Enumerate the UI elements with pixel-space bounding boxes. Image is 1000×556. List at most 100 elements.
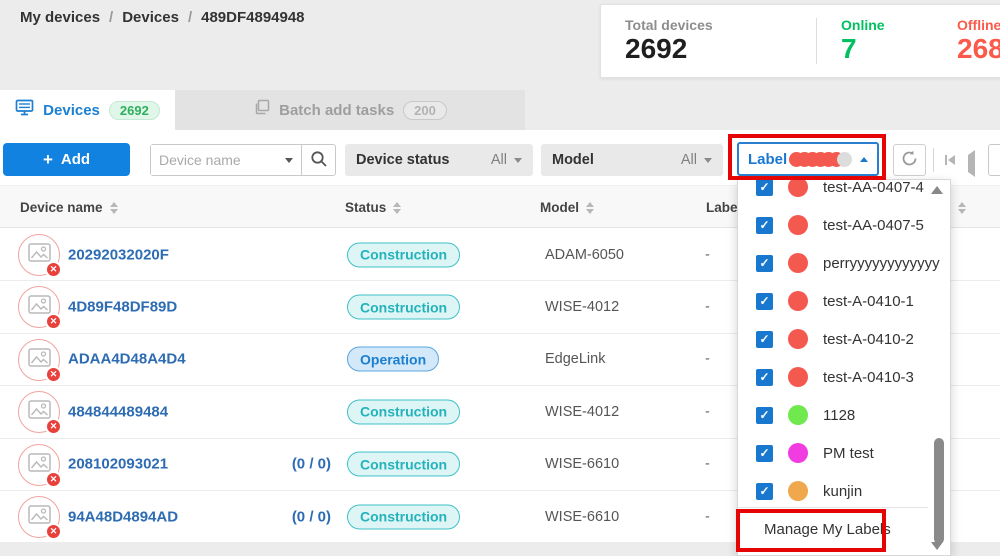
chevron-down-icon <box>514 158 522 163</box>
tab-label: Batch add tasks <box>279 102 394 119</box>
device-avatar: ✕ <box>18 286 60 328</box>
filter-label: Label <box>748 151 787 168</box>
device-avatar: ✕ <box>18 234 60 276</box>
device-label-cell: - <box>705 351 710 367</box>
label-option-text: test-AA-0407-4 <box>823 179 924 196</box>
label-dropdown-panel: test-AA-0407-4 test-AA-0407-5 perryyyyyy… <box>737 179 951 556</box>
scroll-up-icon[interactable] <box>931 186 943 194</box>
label-option-text: test-A-0410-1 <box>823 293 914 310</box>
error-badge-icon: ✕ <box>45 313 62 330</box>
device-name-link[interactable]: 484844489484 <box>68 403 168 420</box>
filter-value: All <box>491 152 507 168</box>
manage-my-labels-button[interactable]: Manage My Labels <box>738 507 928 538</box>
stat-online: Online 7 <box>817 17 933 65</box>
device-avatar: ✕ <box>18 391 60 433</box>
breadcrumb-devices[interactable]: Devices <box>122 9 179 26</box>
magnifier-icon <box>310 150 328 171</box>
checkbox-checked-icon[interactable] <box>756 217 773 234</box>
breadcrumb-separator: / <box>179 9 201 26</box>
filter-value: All <box>681 152 697 168</box>
chevron-down-icon <box>704 158 712 163</box>
checkbox-checked-icon[interactable] <box>756 483 773 500</box>
status-badge: Construction <box>347 504 460 529</box>
device-label-cell: - <box>705 247 710 263</box>
add-button-label: Add <box>61 151 90 168</box>
tab-bar: Devices 2692 Batch add tasks 200 <box>0 90 1000 130</box>
device-avatar: ✕ <box>18 496 60 538</box>
device-count: (0 / 0) <box>255 508 331 525</box>
device-avatar: ✕ <box>18 339 60 381</box>
stat-total-devices: Total devices 2692 <box>601 17 816 65</box>
label-option[interactable]: test-AA-0407-4 <box>738 179 928 206</box>
label-option[interactable]: PM test <box>738 434 928 472</box>
column-header-label[interactable]: Label <box>706 186 741 229</box>
column-header-status[interactable]: Status <box>345 186 401 229</box>
checkbox-checked-icon[interactable] <box>756 407 773 424</box>
label-option[interactable]: test-A-0410-3 <box>738 358 928 396</box>
device-model: WISE-4012 <box>545 299 619 315</box>
error-badge-icon: ✕ <box>45 471 62 488</box>
sort-icon[interactable] <box>110 202 118 214</box>
label-option[interactable]: 1128 <box>738 396 928 434</box>
checkbox-checked-icon[interactable] <box>756 293 773 310</box>
previous-page-icon[interactable] <box>968 155 975 173</box>
page-number-input[interactable] <box>988 144 1000 176</box>
tab-batch-add-tasks[interactable]: Batch add tasks 200 <box>175 90 525 130</box>
stat-label: Total devices <box>625 17 816 33</box>
divider <box>933 148 934 172</box>
stat-offline: Offline 268 <box>933 17 1000 65</box>
label-color-swatch <box>788 179 808 197</box>
device-name-search-input[interactable] <box>151 145 277 175</box>
error-badge-icon: ✕ <box>45 523 62 540</box>
label-option[interactable]: perryyyyyyyyyyyy <box>738 244 928 282</box>
scroll-down-icon[interactable] <box>931 542 943 550</box>
label-option-text: kunjin <box>823 483 862 500</box>
device-model: WISE-4012 <box>545 404 619 420</box>
status-badge: Operation <box>347 347 439 372</box>
label-option[interactable]: test-AA-0407-5 <box>738 206 928 244</box>
label-option[interactable]: test-A-0410-2 <box>738 320 928 358</box>
device-name-link[interactable]: 208102093021 <box>68 456 168 473</box>
device-label-cell: - <box>705 404 710 420</box>
label-option-list: test-AA-0407-4 test-AA-0407-5 perryyyyyy… <box>738 179 928 510</box>
breadcrumb-my-devices[interactable]: My devices <box>20 9 100 26</box>
device-name-link[interactable]: 94A48D4894AD <box>68 508 178 525</box>
device-name-link[interactable]: 20292032020F <box>68 246 169 263</box>
device-name-link[interactable]: 4D89F48DF89D <box>68 299 177 316</box>
error-badge-icon: ✕ <box>45 366 62 383</box>
device-stats-card: Total devices 2692 Online 7 Offline 268 <box>600 4 1000 78</box>
label-color-swatch <box>788 329 808 349</box>
first-page-icon[interactable] <box>945 155 955 165</box>
search-field-dropdown-toggle[interactable] <box>277 158 301 163</box>
sort-icon[interactable] <box>586 202 594 214</box>
column-header-device-name[interactable]: Device name <box>20 186 118 229</box>
device-status-filter[interactable]: Device status All <box>345 144 533 176</box>
refresh-button[interactable] <box>893 144 926 176</box>
error-badge-icon: ✕ <box>45 261 62 278</box>
checkbox-checked-icon[interactable] <box>756 445 773 462</box>
sort-icon[interactable] <box>393 202 401 214</box>
model-filter[interactable]: Model All <box>541 144 723 176</box>
label-color-swatch <box>788 367 808 387</box>
checkbox-checked-icon[interactable] <box>756 331 773 348</box>
column-header-cut[interactable] <box>951 186 966 229</box>
tab-devices[interactable]: Devices 2692 <box>0 90 175 130</box>
column-header-model[interactable]: Model <box>540 186 594 229</box>
checkbox-checked-icon[interactable] <box>756 369 773 386</box>
checkbox-checked-icon[interactable] <box>756 179 773 196</box>
breadcrumb-device-id: 489DF4894948 <box>201 9 304 26</box>
copy-icon <box>253 99 270 121</box>
plus-icon: + <box>43 150 53 170</box>
scrollbar-thumb[interactable] <box>934 438 944 544</box>
add-device-button[interactable]: + Add <box>3 143 130 176</box>
label-filter[interactable]: Label <box>737 142 879 176</box>
stat-value: 2692 <box>625 34 816 65</box>
label-option[interactable]: test-A-0410-1 <box>738 282 928 320</box>
search-button[interactable] <box>302 145 335 175</box>
device-name-link[interactable]: ADAA4D48A4D4 <box>68 351 186 368</box>
sort-icon[interactable] <box>958 202 966 214</box>
checkbox-checked-icon[interactable] <box>756 255 773 272</box>
label-option[interactable]: kunjin <box>738 472 928 510</box>
device-label-cell: - <box>705 509 710 525</box>
device-search-group <box>150 144 336 176</box>
